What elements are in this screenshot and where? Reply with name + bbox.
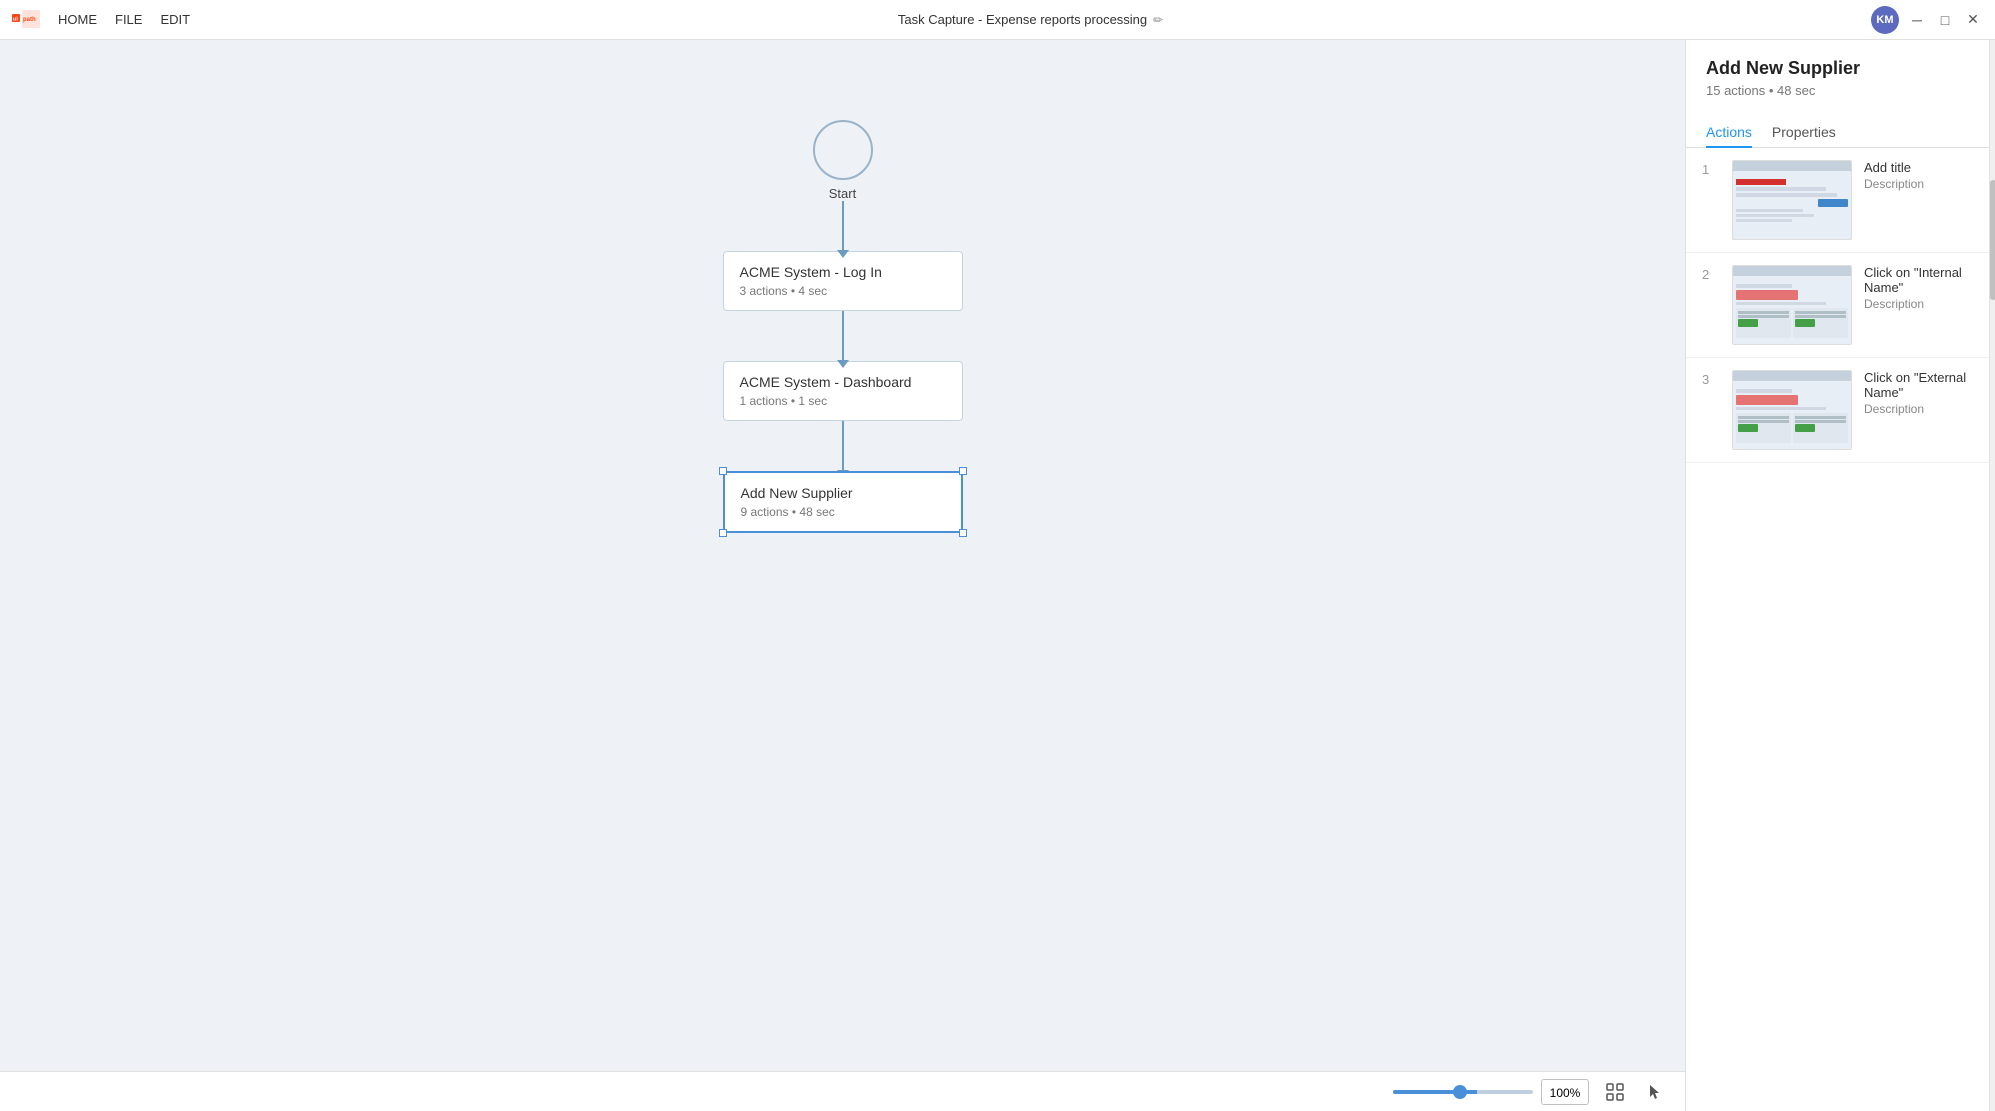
action-desc-2: Description [1864,297,1979,311]
handle-bl[interactable] [719,529,727,537]
action-title-2: Click on "Internal Name" [1864,265,1979,295]
panel-header: Add New Supplier 15 actions • 48 sec [1686,40,1995,98]
login-meta: 3 actions • 4 sec [740,284,946,298]
maximize-button[interactable]: □ [1935,10,1955,30]
start-label: Start [829,186,856,201]
window-title: Task Capture - Expense reports processin… [898,12,1163,27]
panel-tabs: Actions Properties [1686,106,1995,148]
login-node[interactable]: ACME System - Log In 3 actions • 4 sec [723,251,963,311]
nav-home[interactable]: HOME [58,12,97,27]
action-title-3: Click on "External Name" [1864,370,1979,400]
arrow-2 [842,311,844,361]
zoom-controls: 100% [1393,1079,1589,1105]
action-item-1[interactable]: 1 Add title Descripti [1686,148,1995,253]
arrow-1 [842,201,844,251]
action-desc-3: Description [1864,402,1979,416]
scroll-thumb[interactable] [1990,180,1995,300]
dashboard-node[interactable]: ACME System - Dashboard 1 actions • 1 se… [723,361,963,421]
close-button[interactable]: ✕ [1963,10,1983,30]
action-item-2[interactable]: 2 [1686,253,1995,358]
handle-tl[interactable] [719,467,727,475]
add-supplier-node[interactable]: Add New Supplier 9 actions • 48 sec [723,471,963,533]
action-info-2: Click on "Internal Name" Description [1864,265,1979,311]
action-title-1: Add title [1864,160,1979,175]
handle-tr[interactable] [959,467,967,475]
action-screenshot-3 [1732,370,1852,450]
zoom-value-display: 100% [1541,1079,1589,1105]
tab-actions[interactable]: Actions [1706,118,1752,148]
nav-file[interactable]: FILE [115,12,142,27]
cursor-icon[interactable] [1641,1078,1669,1106]
title-bar-left: ui path HOME FILE EDIT [12,10,190,30]
logo: ui path [12,10,40,30]
action-desc-1: Description [1864,177,1979,191]
login-title: ACME System - Log In [740,264,946,280]
canvas-area: Start ACME System - Log In 3 actions • 4… [0,40,1685,1071]
flowchart: Start ACME System - Log In 3 actions • 4… [0,40,1685,1071]
dashboard-title: ACME System - Dashboard [740,374,946,390]
add-supplier-title: Add New Supplier [741,485,945,501]
edit-title-icon[interactable]: ✏ [1153,13,1163,27]
svg-text:ui: ui [13,16,18,22]
panel-title: Add New Supplier [1706,58,1975,79]
svg-text:path: path [23,17,36,23]
bottom-bar: 100% [0,1071,1685,1111]
right-panel: Add New Supplier 15 actions • 48 sec Act… [1685,40,1995,1111]
action-item-3[interactable]: 3 [1686,358,1995,463]
zoom-slider[interactable] [1393,1090,1533,1094]
uipath-logo-icon: ui path [12,10,40,30]
action-number-2: 2 [1702,267,1720,282]
action-screenshot-1 [1732,160,1852,240]
minimize-button[interactable]: ─ [1907,10,1927,30]
action-number-1: 1 [1702,162,1720,177]
add-supplier-wrapper: Add New Supplier 9 actions • 48 sec [723,471,963,533]
title-bar-right: KM ─ □ ✕ [1871,6,1983,34]
action-number-3: 3 [1702,372,1720,387]
arrow-3 [842,421,844,471]
fit-view-icon[interactable] [1601,1078,1629,1106]
add-supplier-meta: 9 actions • 48 sec [741,505,945,519]
dashboard-meta: 1 actions • 1 sec [740,394,946,408]
handle-br[interactable] [959,529,967,537]
title-text: Task Capture - Expense reports processin… [898,12,1147,27]
nav-edit[interactable]: EDIT [160,12,190,27]
title-bar: ui path HOME FILE EDIT Task Capture - Ex… [0,0,1995,40]
action-info-1: Add title Description [1864,160,1979,191]
start-node[interactable] [813,120,873,180]
tab-properties[interactable]: Properties [1772,118,1836,148]
user-badge: KM [1871,6,1899,34]
action-screenshot-2 [1732,265,1852,345]
actions-list: 1 Add title Descripti [1686,148,1995,1111]
scroll-track [1989,40,1995,1111]
panel-meta: 15 actions • 48 sec [1706,83,1975,98]
action-info-3: Click on "External Name" Description [1864,370,1979,416]
